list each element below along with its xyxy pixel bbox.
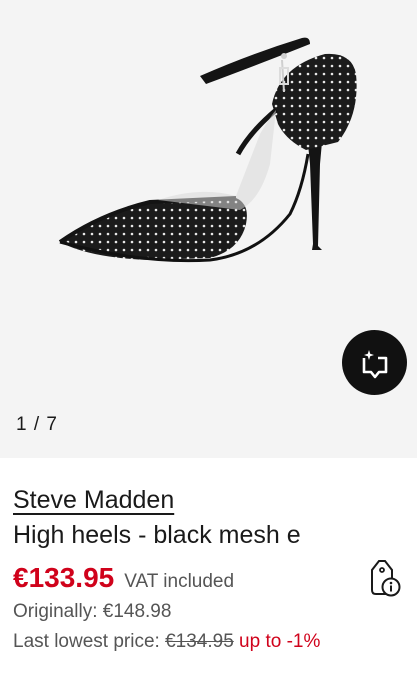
lowest-price-value: €134.95 xyxy=(165,631,234,652)
original-price: Originally: €148.98 xyxy=(13,601,172,622)
vat-note: VAT included xyxy=(124,571,235,592)
lowest-label: Last lowest price: xyxy=(13,631,166,652)
find-similar-button[interactable] xyxy=(342,330,407,395)
product-gallery[interactable]: 1 / 7 xyxy=(0,0,417,458)
brand-link[interactable]: Steve Madden xyxy=(13,486,174,515)
price-tag-info-icon[interactable] xyxy=(368,558,402,598)
current-price: €133.95 xyxy=(13,562,115,593)
product-image[interactable] xyxy=(40,14,380,274)
price-row: €133.95 VAT included xyxy=(13,562,234,594)
price-change: up to -1% xyxy=(239,631,321,652)
last-lowest-price: Last lowest price: €134.95 up to -1% xyxy=(13,628,343,656)
find-similar-icon xyxy=(362,349,387,378)
image-counter: 1 / 7 xyxy=(16,414,58,435)
product-title: High heels - black mesh e xyxy=(13,521,301,549)
product-details: Steve Madden High heels - black mesh e €… xyxy=(0,458,417,700)
